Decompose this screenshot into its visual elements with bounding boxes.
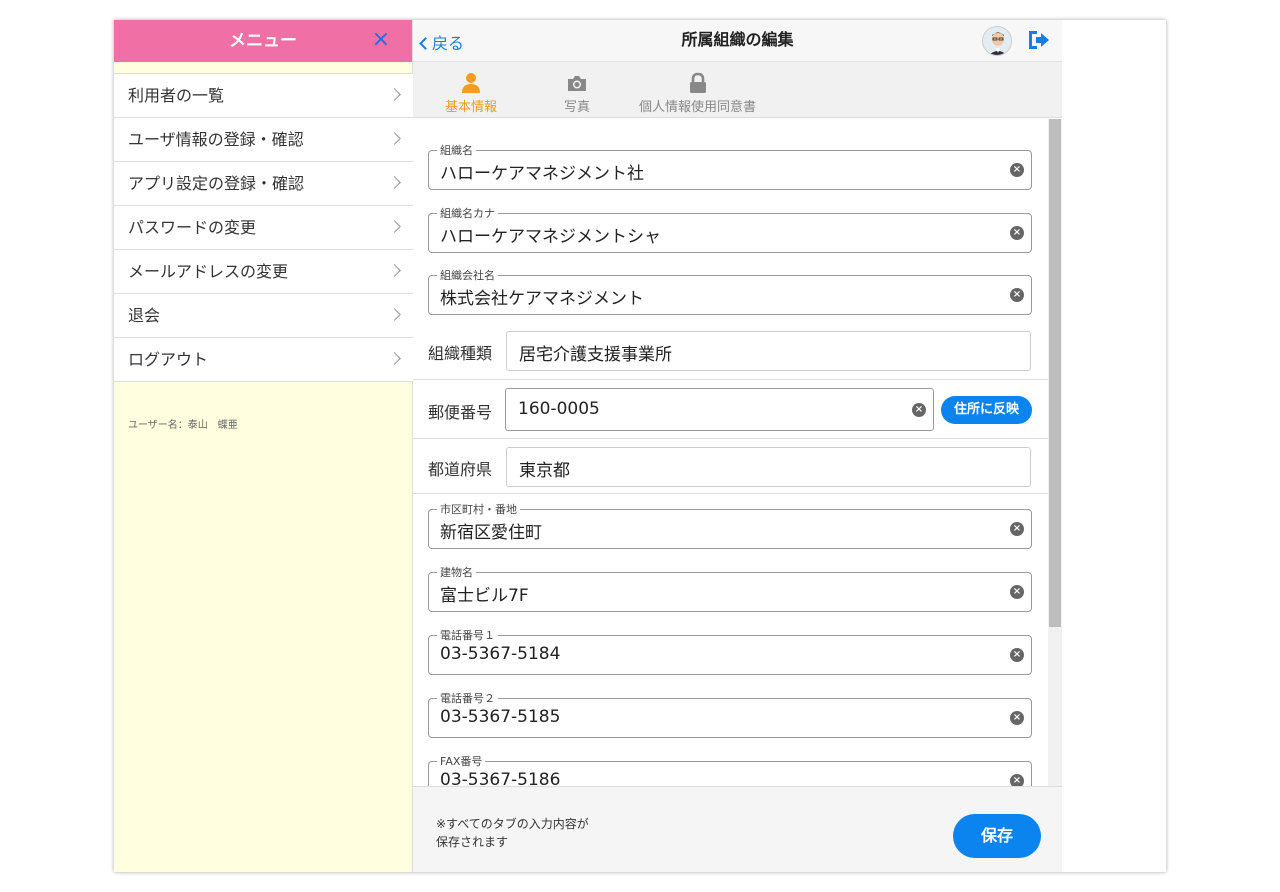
- clear-icon[interactable]: ×: [912, 403, 926, 417]
- menu-list: 利用者の一覧 ユーザ情報の登録・確認 アプリ設定の登録・確認 パスワードの変更 …: [114, 73, 413, 382]
- company-name-label: 組織会社名: [437, 267, 498, 283]
- page-title: 所属組織の編集: [681, 30, 794, 49]
- org-kana-value: ハローケアマネジメントシャ: [440, 227, 661, 247]
- phone1-field[interactable]: 電話番号１ 03-5367-5184 ×: [428, 627, 1032, 675]
- org-type-label: 組織種類: [428, 344, 493, 363]
- menu-header: メニュー ×: [114, 20, 412, 62]
- prefecture-select[interactable]: 東京都: [506, 447, 1031, 487]
- clear-icon[interactable]: ×: [1010, 648, 1024, 662]
- scrollbar[interactable]: [1048, 119, 1062, 786]
- apply-address-button[interactable]: 住所に反映: [941, 396, 1032, 424]
- org-name-field[interactable]: 組織名 ハローケアマネジメント社 ×: [428, 142, 1032, 190]
- save-button[interactable]: 保存: [953, 814, 1041, 858]
- menu-item-label: パスワードの変更: [128, 218, 257, 237]
- form-area: 組織名 ハローケアマネジメント社 × 組織名カナ ハローケアマネジメントシャ ×…: [413, 119, 1048, 786]
- clear-icon[interactable]: ×: [1010, 226, 1024, 240]
- phone2-label: 電話番号２: [437, 690, 498, 706]
- side-menu: メニュー × 利用者の一覧 ユーザ情報の登録・確認 アプリ設定の登録・確認 パス…: [114, 20, 413, 872]
- phone1-label: 電話番号１: [437, 627, 498, 643]
- tab-basic-info[interactable]: 基本情報: [445, 72, 497, 115]
- footer-bar: ※すべてのタブの入力内容が保存されます 保存: [413, 786, 1062, 872]
- org-type-value: 居宅介護支援事業所: [519, 345, 672, 365]
- building-value: 富士ビル7F: [440, 586, 529, 606]
- menu-item-user-list[interactable]: 利用者の一覧: [114, 74, 413, 118]
- chevron-right-icon: [388, 352, 401, 365]
- city-field[interactable]: 市区町村・番地 新宿区愛住町 ×: [428, 501, 1032, 549]
- save-note: ※すべてのタブの入力内容が保存されます: [436, 817, 589, 849]
- camera-icon: [568, 76, 586, 91]
- phone1-value: 03-5367-5184: [440, 644, 561, 664]
- person-icon: [462, 73, 480, 93]
- menu-item-label: ログアウト: [128, 350, 209, 369]
- org-name-label: 組織名: [437, 142, 476, 158]
- scrollbar-thumb[interactable]: [1049, 119, 1061, 627]
- divider: [413, 379, 1048, 380]
- fax-label: FAX番号: [437, 753, 486, 769]
- clear-icon[interactable]: ×: [1010, 711, 1024, 725]
- prefecture-label: 都道府県: [428, 460, 493, 479]
- fax-value: 03-5367-5186: [440, 770, 561, 786]
- menu-item-label: アプリ設定の登録・確認: [128, 174, 305, 193]
- postal-value: 160-0005: [518, 399, 600, 419]
- menu-title: メニュー: [229, 31, 297, 51]
- chevron-right-icon: [388, 308, 401, 321]
- main-panel: 戻る 所属組織の編集 基本情報 写真 個人情報使用同意書 組織名 ハローケアマネ…: [413, 20, 1062, 872]
- building-label: 建物名: [437, 564, 476, 580]
- app-window: メニュー × 利用者の一覧 ユーザ情報の登録・確認 アプリ設定の登録・確認 パス…: [114, 20, 1166, 872]
- menu-item-logout[interactable]: ログアウト: [114, 338, 413, 382]
- close-icon[interactable]: ×: [370, 29, 392, 51]
- org-name-value: ハローケアマネジメント社: [440, 164, 644, 184]
- chevron-right-icon: [388, 88, 401, 101]
- tab-label: 基本情報: [445, 100, 498, 115]
- menu-item-label: 退会: [128, 306, 161, 325]
- chevron-right-icon: [388, 176, 401, 189]
- chevron-right-icon: [388, 132, 401, 145]
- chevron-right-icon: [388, 220, 401, 233]
- menu-item-label: ユーザ情報の登録・確認: [128, 130, 304, 149]
- clear-icon[interactable]: ×: [1010, 522, 1024, 536]
- user-avatar[interactable]: [982, 26, 1012, 56]
- org-kana-label: 組織名カナ: [437, 205, 498, 221]
- menu-item-label: 利用者の一覧: [128, 86, 225, 105]
- city-label: 市区町村・番地: [437, 501, 520, 517]
- org-type-select[interactable]: 居宅介護支援事業所: [506, 331, 1031, 371]
- username-text: ユーザー名：泰山 蝶亜: [128, 420, 238, 431]
- clear-icon[interactable]: ×: [1010, 585, 1024, 599]
- prefecture-value: 東京都: [519, 461, 570, 481]
- divider: [413, 493, 1048, 494]
- clear-icon[interactable]: ×: [1010, 288, 1024, 302]
- company-name-field[interactable]: 組織会社名 株式会社ケアマネジメント ×: [428, 267, 1032, 315]
- logout-icon[interactable]: [1026, 29, 1050, 51]
- tab-label: 個人情報使用同意書: [639, 100, 757, 115]
- chevron-right-icon: [388, 264, 401, 277]
- menu-item-user-info[interactable]: ユーザ情報の登録・確認: [114, 118, 413, 162]
- fax-field[interactable]: FAX番号 03-5367-5186 ×: [428, 753, 1032, 786]
- clear-icon[interactable]: ×: [1010, 774, 1024, 786]
- city-value: 新宿区愛住町: [440, 523, 542, 543]
- phone2-value: 03-5367-5185: [440, 707, 561, 727]
- postal-input[interactable]: 160-0005 ×: [505, 388, 934, 431]
- tab-bar: 基本情報 写真 個人情報使用同意書: [413, 62, 1062, 118]
- company-name-value: 株式会社ケアマネジメント: [440, 289, 644, 309]
- phone2-field[interactable]: 電話番号２ 03-5367-5185 ×: [428, 690, 1032, 738]
- tab-label: 写真: [564, 100, 591, 115]
- menu-item-password[interactable]: パスワードの変更: [114, 206, 413, 250]
- menu-item-email[interactable]: メールアドレスの変更: [114, 250, 413, 294]
- postal-label: 郵便番号: [428, 403, 493, 422]
- menu-item-app-settings[interactable]: アプリ設定の登録・確認: [114, 162, 413, 206]
- clear-icon[interactable]: ×: [1010, 163, 1024, 177]
- tab-photo[interactable]: 写真: [564, 72, 590, 115]
- menu-item-withdraw[interactable]: 退会: [114, 294, 413, 338]
- org-kana-field[interactable]: 組織名カナ ハローケアマネジメントシャ ×: [428, 205, 1032, 253]
- divider: [413, 438, 1048, 439]
- top-bar: 戻る 所属組織の編集: [413, 20, 1062, 62]
- menu-item-label: メールアドレスの変更: [128, 262, 289, 281]
- lock-icon: [689, 72, 706, 93]
- building-field[interactable]: 建物名 富士ビル7F ×: [428, 564, 1032, 612]
- tab-consent[interactable]: 個人情報使用同意書: [639, 72, 756, 115]
